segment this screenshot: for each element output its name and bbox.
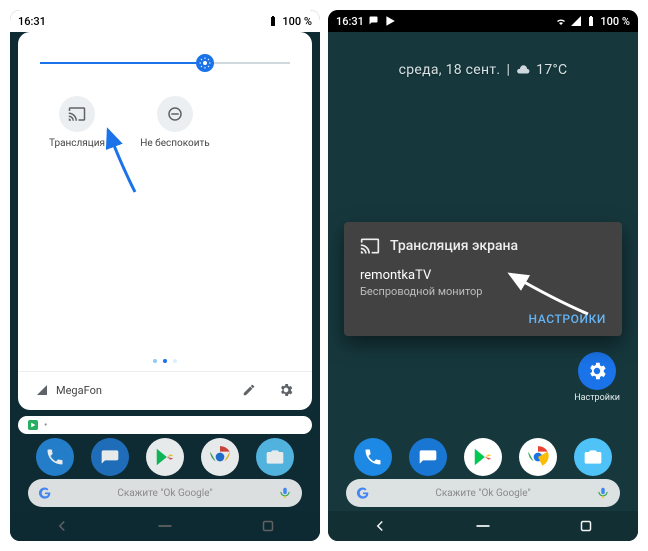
edit-icon[interactable] <box>242 383 256 397</box>
app-camera[interactable] <box>574 438 612 476</box>
search-hint: Скажите "Ok Google" <box>376 488 590 499</box>
app-play-store[interactable] <box>464 438 502 476</box>
qs-tile-dnd-label: Не беспокоить <box>140 138 209 149</box>
google-search-bar[interactable]: Скажите "Ok Google" <box>346 479 620 507</box>
signal-icon <box>570 15 582 27</box>
brightness-slider[interactable] <box>40 52 290 74</box>
cast-icon <box>360 236 380 256</box>
cast-dialog: Трансляция экрана remontkaTV Беспроводно… <box>344 222 622 336</box>
nav-home[interactable] <box>474 517 492 535</box>
gear-icon <box>578 352 616 390</box>
nav-recent[interactable] <box>259 517 277 535</box>
quick-settings-panel: Трансляция Не беспокоить MegaFon <box>18 32 312 410</box>
status-time: 16:31 <box>18 15 46 28</box>
wifi-icon <box>555 15 567 27</box>
app-chrome[interactable] <box>519 438 557 476</box>
battery-icon <box>267 15 279 27</box>
cast-settings-button[interactable]: НАСТРОЙКИ <box>360 312 606 326</box>
mic-icon <box>596 486 610 500</box>
cast-dialog-title-text: Трансляция экрана <box>390 238 518 254</box>
status-bar: 16:31 100 % <box>10 10 320 32</box>
brightness-thumb[interactable] <box>196 54 214 72</box>
play-store-small-icon <box>28 420 38 430</box>
weather-cloud-icon <box>516 63 530 77</box>
save-notif-icon <box>368 15 380 27</box>
qs-page-indicator <box>36 359 294 363</box>
notification-peek[interactable]: • <box>18 416 312 434</box>
battery-icon <box>585 15 597 27</box>
play-notif-icon <box>384 15 396 27</box>
status-battery: 100 % <box>600 15 630 28</box>
quick-settings-overlay: Трансляция Не беспокоить MegaFon <box>10 32 320 541</box>
qs-carrier: MegaFon <box>56 384 102 397</box>
phone-right: 16:31 100 % среда, 18 сент. | 17°C Настр… <box>328 10 638 541</box>
dnd-icon <box>157 96 193 132</box>
google-g-icon <box>356 486 370 500</box>
dock <box>328 438 638 476</box>
nav-bar <box>328 511 638 541</box>
gear-icon[interactable] <box>278 382 294 398</box>
qs-tile-dnd[interactable]: Не беспокоить <box>140 96 210 149</box>
cast-device-name: remontkaTV <box>360 268 606 283</box>
app-phone[interactable] <box>354 438 392 476</box>
nav-bar <box>10 511 320 541</box>
cast-icon <box>59 96 95 132</box>
qs-tile-cast-label: Трансляция <box>49 138 105 149</box>
qs-tile-cast[interactable]: Трансляция <box>42 96 112 149</box>
phone-left: 16:31 100 % Скажите "Ok Google" <box>10 10 320 541</box>
signal-icon <box>36 384 48 396</box>
settings-label: Настройки <box>574 393 620 403</box>
nav-back[interactable] <box>53 517 71 535</box>
qs-footer: MegaFon <box>18 371 312 398</box>
nav-recent[interactable] <box>577 517 595 535</box>
home-area: среда, 18 сент. | 17°C Настройки Трансля… <box>328 32 638 541</box>
app-messages[interactable] <box>409 438 447 476</box>
status-battery: 100 % <box>282 15 312 28</box>
temp-text: 17°C <box>536 62 567 78</box>
home-area: Скажите "Ok Google" Тр <box>10 32 320 541</box>
date-weather-widget[interactable]: среда, 18 сент. | 17°C <box>328 62 638 78</box>
date-text: среда, 18 сент. <box>399 62 501 78</box>
nav-home[interactable] <box>156 517 174 535</box>
cast-device-item[interactable]: remontkaTV Беспроводной монитор <box>360 268 606 298</box>
nav-back[interactable] <box>371 517 389 535</box>
cast-device-sub: Беспроводной монитор <box>360 285 606 298</box>
brightness-icon <box>199 57 211 69</box>
status-time: 16:31 <box>336 15 364 28</box>
quick-settings-tiles: Трансляция Не беспокоить <box>42 96 294 149</box>
settings-shortcut[interactable]: Настройки <box>574 352 620 403</box>
status-bar: 16:31 100 % <box>328 10 638 32</box>
